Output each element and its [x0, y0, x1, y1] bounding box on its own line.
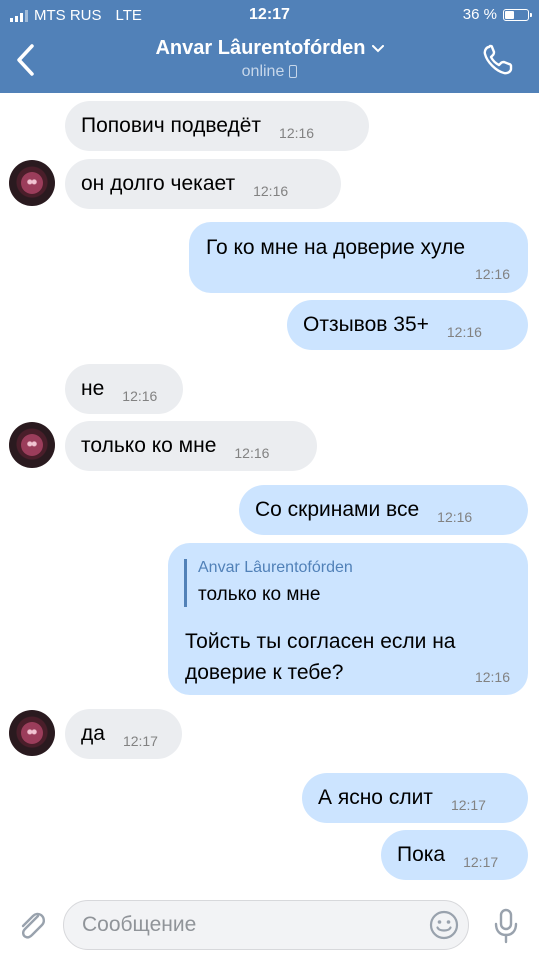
message-text: Тойсть ты согласен если на доверие к теб…: [185, 630, 456, 684]
reply-quote-bar: [184, 559, 187, 607]
message-text: Пока: [397, 843, 446, 866]
message-time: 12:16: [437, 509, 473, 525]
smile-icon[interactable]: [428, 909, 460, 941]
avatar[interactable]: [9, 710, 55, 756]
message-text: Отзывов 35+: [303, 313, 429, 336]
mic-icon[interactable]: [493, 908, 519, 944]
chat-title-block[interactable]: Anvar Lâurentofórden online: [90, 36, 449, 82]
battery-icon: [503, 8, 532, 21]
message-incoming[interactable]: Попович подведёт 12:16: [65, 101, 369, 151]
message-time: 12:16: [122, 388, 158, 404]
message-outgoing-reply[interactable]: Anvar Lâurentofórden только ко мне Тойст…: [168, 543, 528, 695]
attach-icon[interactable]: [16, 908, 48, 944]
status-bar: MTS RUS LTE 12:17 36 %: [0, 0, 539, 32]
message-time: 12:16: [446, 324, 482, 340]
chat-title: Anvar Lâurentofórden: [155, 37, 366, 59]
call-icon[interactable]: [481, 43, 515, 77]
message-time: 12:17: [450, 797, 486, 813]
message-outgoing[interactable]: А ясно слит 12:17: [302, 773, 528, 823]
message-outgoing[interactable]: Со скринами все 12:16: [239, 485, 528, 535]
message-time: 12:16: [474, 669, 510, 685]
message-text: А ясно слит: [318, 786, 433, 809]
reply-author[interactable]: Anvar Lâurentofórden: [198, 559, 353, 577]
message-time: 12:16: [253, 183, 289, 199]
message-incoming[interactable]: не 12:16: [65, 364, 183, 414]
battery-percent: 36 %: [462, 6, 497, 23]
message-outgoing[interactable]: Отзывов 35+ 12:16: [287, 300, 528, 350]
message-text: Попович подведёт: [81, 114, 262, 137]
message-time: 12:16: [474, 266, 510, 282]
message-composer: Сообщение: [0, 886, 539, 960]
message-time: 12:16: [279, 125, 315, 141]
message-time: 12:17: [463, 854, 499, 870]
chat-title-row: Anvar Lâurentofórden: [90, 36, 449, 60]
reply-quote-text: только ко мне: [198, 584, 321, 605]
avatar[interactable]: [9, 160, 55, 206]
chat-subtitle: online: [90, 62, 449, 82]
avatar[interactable]: [9, 422, 55, 468]
chevron-down-icon: [371, 44, 384, 53]
message-incoming[interactable]: только ко мне 12:16: [65, 421, 317, 471]
message-time: 12:16: [234, 445, 270, 461]
back-icon[interactable]: [14, 42, 38, 78]
message-time: 12:17: [122, 733, 158, 749]
phone-icon: [289, 65, 298, 78]
message-text: только ко мне: [81, 434, 217, 457]
app-header: MTS RUS LTE 12:17 36 % Anvar Lâurentofór…: [0, 0, 539, 93]
message-incoming[interactable]: он долго чекает 12:16: [65, 159, 341, 209]
message-text: да: [81, 722, 105, 745]
message-outgoing[interactable]: Пока 12:17: [381, 830, 528, 880]
online-status: online: [241, 63, 285, 80]
battery-status: 36 %: [462, 6, 532, 23]
message-input[interactable]: Сообщение: [63, 900, 469, 950]
status-time: 12:17: [249, 6, 290, 23]
message-text: Со скринами все: [255, 498, 420, 521]
message-text: не: [81, 377, 105, 400]
message-placeholder: Сообщение: [82, 913, 197, 936]
message-outgoing[interactable]: Го ко мне на доверие хуле 12:16: [189, 222, 528, 293]
message-text: Го ко мне на доверие хуле: [206, 236, 466, 259]
message-incoming[interactable]: да 12:17: [65, 709, 182, 759]
message-text: он долго чекает: [81, 172, 236, 195]
